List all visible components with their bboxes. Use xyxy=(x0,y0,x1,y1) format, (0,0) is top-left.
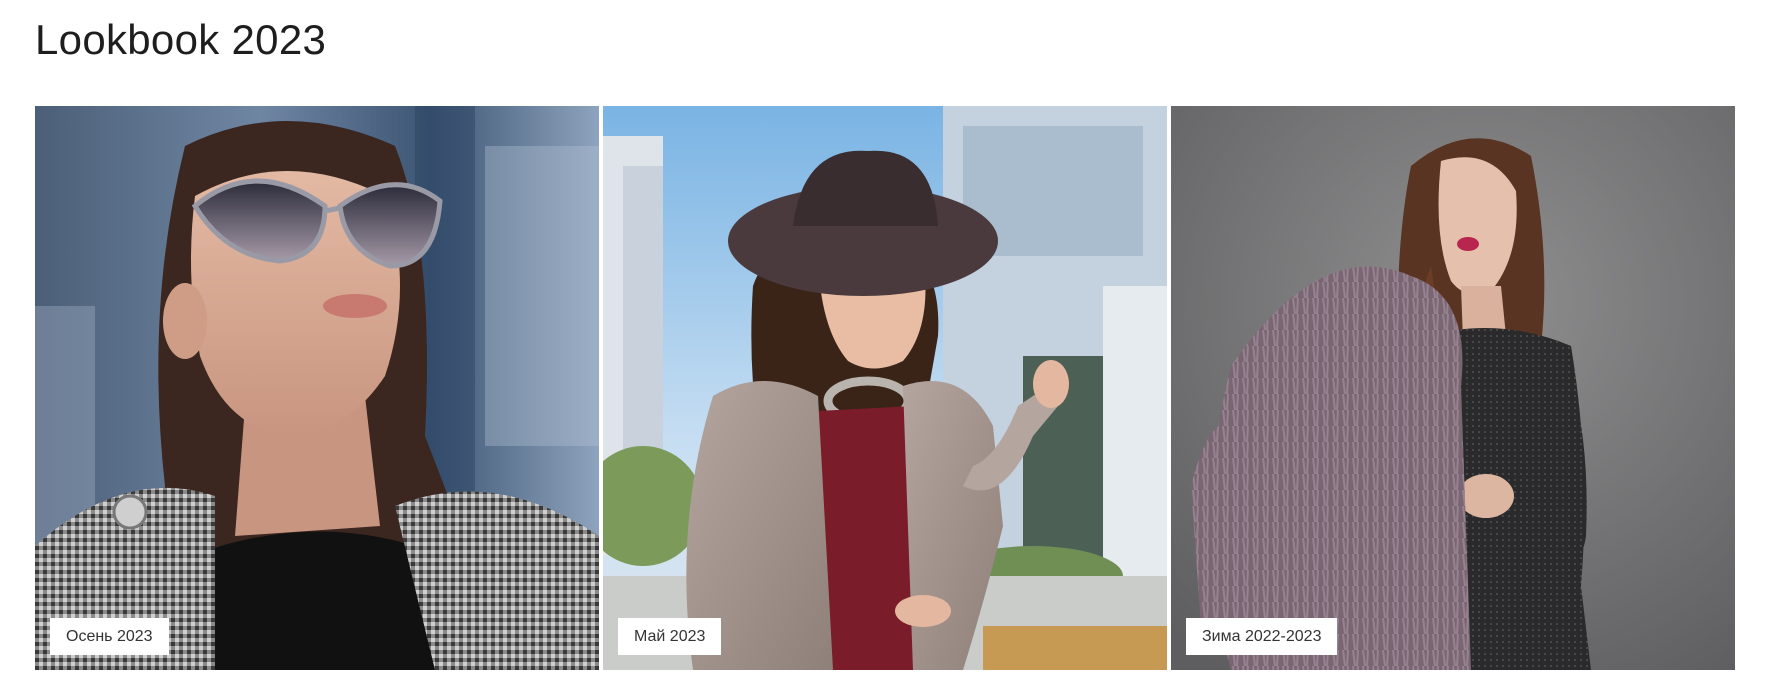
card-caption: Осень 2023 xyxy=(50,618,169,655)
lookbook-card-winter-2022-2023[interactable]: Зима 2022-2023 xyxy=(1171,106,1735,670)
lookbook-page: Lookbook 2023 Осень 2023 Май 2023 Зима 2… xyxy=(0,0,1768,697)
lookbook-card-may-2023[interactable]: Май 2023 xyxy=(603,106,1167,670)
page-title: Lookbook 2023 xyxy=(35,16,327,63)
card-caption: Май 2023 xyxy=(618,618,722,655)
lookbook-card-autumn-2023[interactable]: Осень 2023 xyxy=(35,106,599,670)
winter-2022-2023-photo xyxy=(1171,106,1735,670)
may-2023-photo xyxy=(603,106,1167,670)
lookbook-gallery: Осень 2023 Май 2023 Зима 2022-2023 xyxy=(35,106,1735,670)
card-caption: Зима 2022-2023 xyxy=(1186,618,1338,655)
autumn-2023-photo xyxy=(35,106,599,670)
